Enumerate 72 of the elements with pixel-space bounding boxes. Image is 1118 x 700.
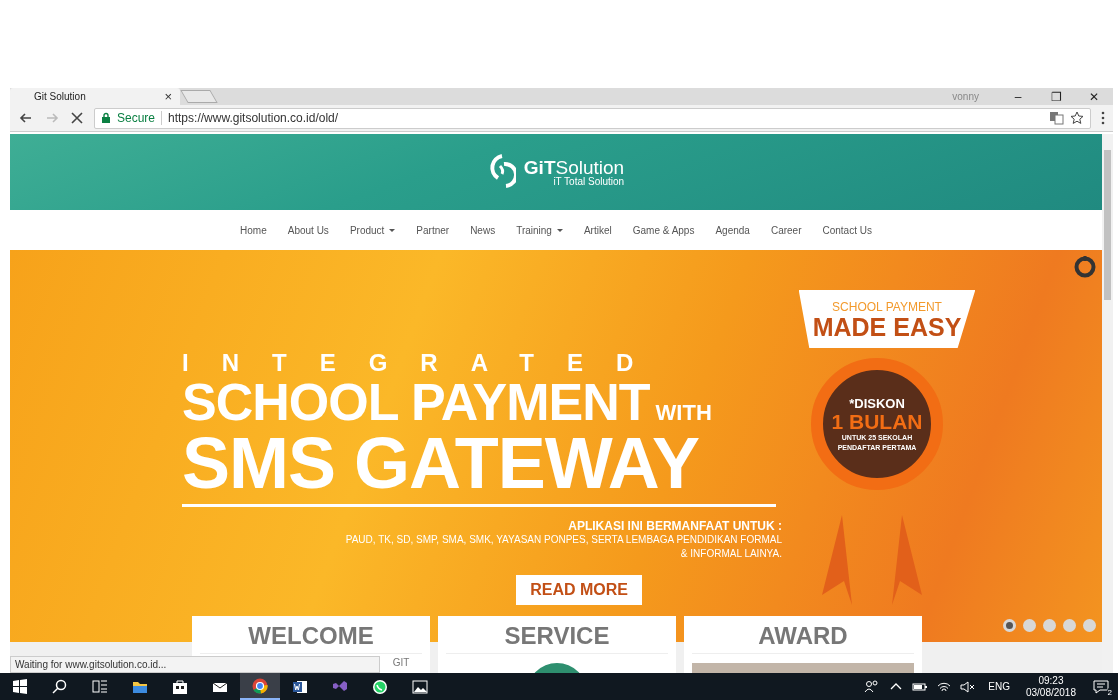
notification-count: 2: [1106, 687, 1113, 697]
card-text: GIT: [392, 657, 410, 668]
slide-dot[interactable]: [1043, 619, 1056, 632]
banner-with: WITH: [655, 399, 712, 427]
tab-close-button[interactable]: ×: [164, 89, 172, 104]
status-bubble: Waiting for www.gitsolution.co.id...: [10, 656, 380, 673]
nav-link[interactable]: About Us: [287, 224, 329, 236]
slide-dot[interactable]: [1003, 619, 1016, 632]
card-title: SERVICE: [446, 622, 668, 654]
restore-button[interactable]: ❐: [1037, 89, 1075, 104]
logo-tagline: iT Total Solution: [552, 175, 625, 187]
read-more-button[interactable]: READ MORE: [516, 575, 642, 605]
banner-headline: SMS GATEWAY: [182, 428, 701, 498]
speech-bubble-icon: [1093, 678, 1109, 695]
scrollbar-thumb[interactable]: [1104, 150, 1111, 300]
clock-date[interactable]: 03/08/2018: [1025, 686, 1076, 699]
logo-text: GiTSolution: [523, 157, 625, 178]
banner-kicker: INTEGRATED: [182, 350, 668, 376]
document-app-icon: [292, 678, 308, 695]
lock-icon: [101, 112, 111, 124]
nav-link[interactable]: Home: [240, 224, 267, 236]
back-icon[interactable]: [18, 111, 34, 125]
nav-link[interactable]: Contact Us: [822, 224, 872, 236]
bubble-title: MADE EASY: [812, 314, 962, 340]
task-view-icon: [92, 678, 108, 695]
speaker-muted-icon[interactable]: [960, 678, 977, 695]
browser-icon: [252, 677, 268, 694]
benefit-title: APLIKASI INI BERMANFAAT UNTUK :: [567, 519, 782, 533]
clock-time[interactable]: 09:23: [1025, 674, 1076, 687]
browser-tab[interactable]: Git Solution ×: [10, 88, 180, 105]
address-field[interactable]: Secure https://www.gitsolution.co.id/old/: [94, 107, 1091, 129]
chat-bubble-icon: [372, 678, 388, 695]
nav-link[interactable]: Artikel: [583, 224, 612, 236]
taskbar-button[interactable]: [240, 673, 280, 700]
badge-label: *DISKON: [849, 395, 905, 411]
windows-logo-icon: [12, 678, 28, 695]
slide-dot[interactable]: [1083, 619, 1096, 632]
shopping-bag-icon: [172, 678, 188, 695]
nav-link[interactable]: News: [470, 224, 496, 236]
secure-label: Secure: [117, 111, 163, 125]
action-center-button[interactable]: 2: [1084, 678, 1118, 695]
banner-headline: SCHOOL PAYMENT: [182, 376, 650, 428]
close-button[interactable]: ✕: [1075, 89, 1113, 104]
url-text: https://www.gitsolution.co.id/old/: [168, 111, 339, 125]
caret-icon: [389, 228, 396, 232]
menu-icon[interactable]: [1101, 111, 1105, 125]
star-icon[interactable]: [1070, 111, 1084, 125]
stop-icon[interactable]: [70, 111, 84, 125]
minimize-button[interactable]: –: [999, 89, 1037, 104]
card-title: WELCOME: [200, 622, 422, 654]
nav-link[interactable]: Product: [349, 224, 396, 236]
search-icon: [52, 678, 68, 695]
picture-icon: [412, 678, 428, 695]
translate-icon[interactable]: [1049, 111, 1064, 125]
loading-icon: [1074, 256, 1096, 278]
slide-dot[interactable]: [1063, 619, 1076, 632]
slide-dot[interactable]: [1023, 619, 1036, 632]
tab-title: Git Solution: [34, 91, 87, 102]
logo-icon: [487, 154, 516, 190]
card-title: AWARD: [692, 622, 914, 654]
people-icon[interactable]: [864, 678, 881, 695]
benefit-text: PAUD, TK, SD, SMP, SMA, SMK, YAYASAN PONPES, SERTA LEMBAGA PENDIDIKAN FORMAL & INFORMAL LAINYA.: [344, 533, 782, 561]
nav-link[interactable]: Career: [770, 224, 802, 236]
nav-link[interactable]: Training: [516, 224, 563, 236]
caret-icon: [556, 228, 563, 232]
scrollbar[interactable]: [1102, 134, 1113, 673]
nav-link[interactable]: Partner: [416, 224, 450, 236]
nav-link[interactable]: Agenda: [715, 224, 750, 236]
language-indicator[interactable]: ENG: [988, 681, 1010, 692]
nav-link[interactable]: Game & Apps: [632, 224, 695, 236]
badge-title: 1 BULAN: [831, 410, 923, 433]
bubble-subtitle: SCHOOL PAYMENT: [831, 300, 943, 314]
